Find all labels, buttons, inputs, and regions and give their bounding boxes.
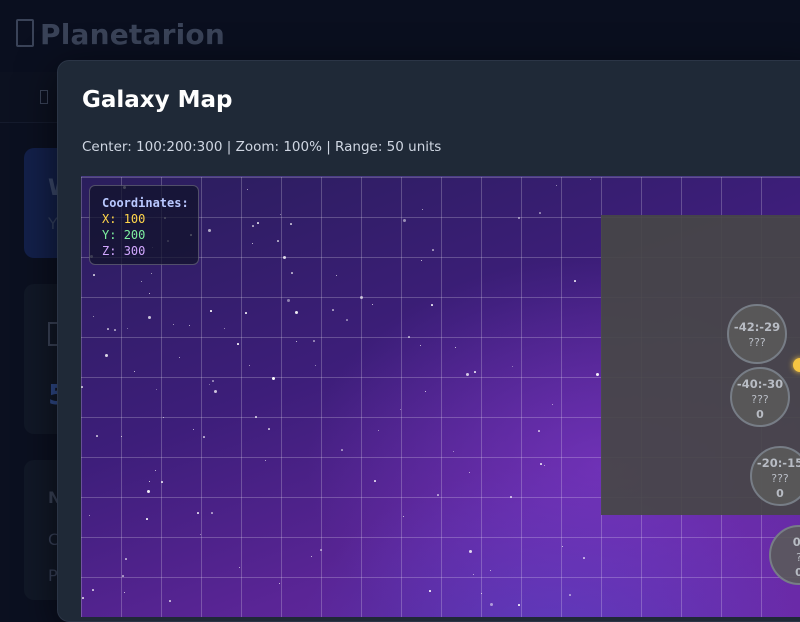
planet-coord: 0: bbox=[792, 535, 800, 549]
sun-icon[interactable] bbox=[793, 358, 800, 372]
z-label: Z: bbox=[102, 244, 117, 258]
planet-coord: -42:-29 bbox=[733, 320, 781, 334]
planet-name: ??? bbox=[748, 336, 766, 349]
coordinates-panel: Coordinates: X: 100 Y: 200 Z: 300 bbox=[89, 185, 199, 265]
app-title: Planetarion bbox=[40, 18, 225, 51]
planet-name: ??? bbox=[771, 472, 789, 485]
planet-marker[interactable]: -40:-30 ??? 0 bbox=[730, 367, 790, 427]
coordinates-header: Coordinates: bbox=[102, 196, 189, 210]
z-value: 300 bbox=[123, 244, 146, 258]
y-label: Y: bbox=[102, 228, 117, 242]
planet-coord: -20:-15 bbox=[756, 456, 800, 470]
y-value: 200 bbox=[123, 228, 146, 242]
planet-logo-icon bbox=[16, 19, 34, 47]
map-status-text: Center: 100:200:300 | Zoom: 100% | Range… bbox=[82, 139, 442, 155]
planet-coord: -40:-30 bbox=[736, 377, 784, 391]
x-value: 100 bbox=[123, 212, 146, 226]
planet-score: 0 bbox=[756, 408, 764, 421]
modal-title: Galaxy Map bbox=[82, 87, 233, 113]
menu-icon[interactable] bbox=[40, 90, 48, 104]
x-label: X: bbox=[102, 212, 117, 226]
galaxy-map-canvas[interactable]: Coordinates: X: 100 Y: 200 Z: 300 -42:-2… bbox=[81, 176, 800, 617]
planet-score: 0 bbox=[771, 565, 800, 580]
planet-score: 0 bbox=[776, 487, 784, 500]
planet-marker[interactable]: -42:-29 ??? bbox=[727, 304, 787, 364]
planet-name: ??? bbox=[751, 393, 769, 406]
planet-marker[interactable]: -20:-15 ??? 0 bbox=[750, 446, 800, 506]
app-brand[interactable]: Planetarion bbox=[16, 18, 225, 51]
planet-name: ? bbox=[771, 550, 800, 565]
